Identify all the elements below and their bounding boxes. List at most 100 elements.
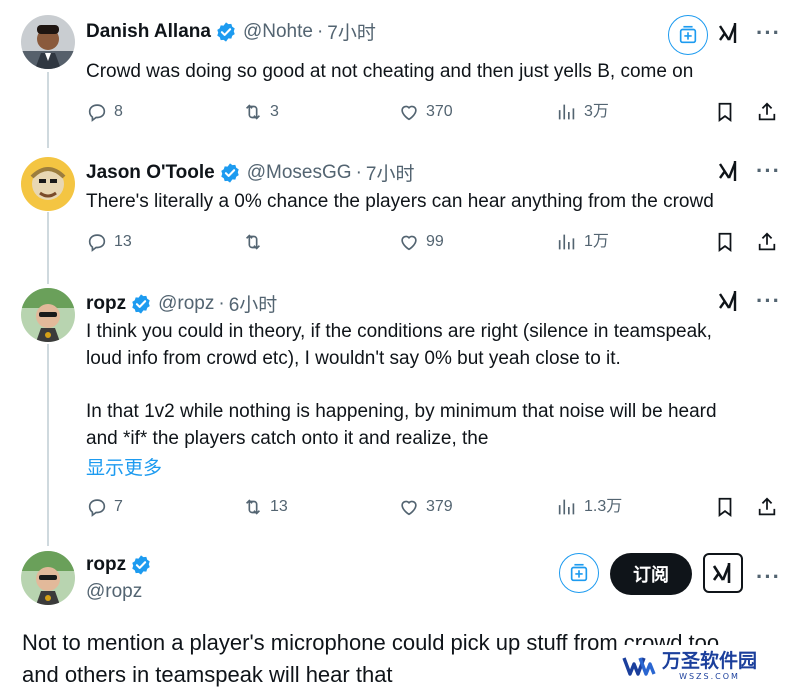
subscribe-icon: [570, 563, 588, 582]
bookmark-icon: [718, 232, 732, 252]
view-count: 1.3万: [584, 498, 623, 515]
avatar[interactable]: [21, 551, 75, 605]
reply-icon: [88, 104, 106, 122]
avatar[interactable]: [21, 15, 75, 69]
subscribe-circle-button[interactable]: [559, 553, 599, 593]
timestamp[interactable]: 7小时: [366, 159, 415, 186]
reply-button[interactable]: 8: [86, 101, 123, 123]
tweet-text-line: and *if* the players catch onto it and r…: [86, 428, 489, 449]
share-button[interactable]: [756, 231, 784, 253]
views-icon: [558, 234, 575, 250]
main-tweet-header: ropz: [86, 554, 158, 576]
author-handle[interactable]: @ropz: [158, 293, 214, 315]
heart-icon: [401, 500, 417, 516]
reply-button[interactable]: 13: [86, 231, 132, 253]
like-button[interactable]: 370: [398, 101, 453, 123]
separator: ·: [316, 20, 324, 42]
retweet-count: 3: [270, 103, 279, 120]
retweet-button[interactable]: 3: [242, 101, 279, 123]
share-icon: [758, 232, 776, 251]
views-button[interactable]: 1.3万: [556, 496, 622, 518]
retweet-icon: [245, 234, 261, 250]
action-bar: 8 3 370 3万: [86, 101, 786, 129]
grok-icon[interactable]: [716, 288, 742, 314]
watermark-logo-icon: [622, 657, 656, 676]
more-icon[interactable]: ···: [756, 566, 781, 588]
retweet-button[interactable]: 13: [242, 496, 288, 518]
views-icon: [558, 499, 575, 515]
heart-icon: [401, 235, 417, 251]
timestamp[interactable]: 7小时: [327, 18, 376, 45]
like-count: 99: [426, 233, 444, 250]
grok-icon: [712, 563, 731, 583]
action-bar: 13 99 1万: [86, 231, 786, 259]
reply-icon: [88, 499, 106, 517]
bookmark-icon: [718, 102, 732, 122]
retweet-button[interactable]: [242, 231, 270, 253]
views-button[interactable]: 3万: [556, 101, 609, 123]
like-count: 379: [426, 498, 453, 515]
bookmark-button[interactable]: [714, 231, 742, 253]
watermark: 万圣软件园 WSZS.COM: [620, 645, 792, 685]
author-name[interactable]: Danish Allana: [86, 21, 211, 43]
share-icon: [758, 102, 776, 121]
action-bar: 7 13 379 1.3万: [86, 496, 786, 524]
more-icon[interactable]: ···: [756, 160, 781, 182]
thread-line: [47, 344, 49, 546]
view-count: 1万: [584, 233, 609, 250]
share-icon: [758, 497, 776, 516]
retweet-icon: [245, 104, 261, 120]
author-handle[interactable]: @MosesGG: [247, 162, 352, 184]
avatar[interactable]: [21, 157, 75, 211]
timestamp[interactable]: 6小时: [229, 290, 278, 317]
reply-button[interactable]: 7: [86, 496, 123, 518]
thread-line: [47, 212, 49, 284]
author-handle[interactable]: @ropz: [86, 581, 142, 603]
like-button[interactable]: 379: [398, 496, 453, 518]
author-name[interactable]: ropz: [86, 554, 126, 576]
grok-button[interactable]: [703, 553, 743, 593]
subscribe-icon: [679, 25, 697, 44]
reply-icon: [88, 234, 106, 252]
tweet-text-line: I think you could in theory, if the cond…: [86, 321, 712, 342]
view-count: 3万: [584, 103, 609, 120]
subscribe-circle-button[interactable]: [668, 15, 708, 55]
verified-badge-icon: [215, 21, 237, 43]
separator: ·: [355, 161, 362, 183]
more-icon[interactable]: ···: [756, 290, 781, 312]
watermark-text: 万圣软件园: [662, 649, 758, 672]
tweet-text-line: loud info from crowd etc), I wouldn't sa…: [86, 348, 621, 369]
main-tweet-handle-row: @ropz: [86, 581, 142, 603]
separator: ·: [218, 292, 225, 314]
tweet-top-actions: ···: [716, 288, 781, 314]
reply-count: 13: [114, 233, 132, 250]
more-icon[interactable]: ···: [756, 22, 781, 44]
tweet-text-line: In that 1v2 while nothing is happening, …: [86, 401, 717, 422]
share-button[interactable]: [756, 101, 784, 123]
bookmark-button[interactable]: [714, 496, 742, 518]
reply-count: 7: [114, 498, 123, 515]
watermark-sub: WSZS.COM: [679, 671, 740, 681]
retweet-count: 13: [270, 498, 288, 515]
subscribe-button[interactable]: 订阅: [610, 553, 692, 595]
grok-icon[interactable]: [716, 20, 742, 46]
like-button[interactable]: 99: [398, 231, 444, 253]
tweet-header: ropz @ropz · 6小时: [86, 290, 277, 317]
tweet-header: Jason O'Toole @MosesGG · 7小时: [86, 159, 414, 186]
share-button[interactable]: [756, 496, 784, 518]
tweet-text: Crowd was doing so good at not cheating …: [86, 61, 694, 82]
heart-icon: [401, 105, 417, 121]
tweet-top-actions: ···: [716, 20, 781, 46]
bookmark-button[interactable]: [714, 101, 742, 123]
grok-icon[interactable]: [716, 158, 742, 184]
author-name[interactable]: Jason O'Toole: [86, 162, 215, 184]
author-name[interactable]: ropz: [86, 293, 126, 315]
bookmark-icon: [718, 497, 732, 517]
reply-count: 8: [114, 103, 123, 120]
author-handle[interactable]: @Nohte: [243, 21, 313, 43]
views-icon: [558, 104, 575, 120]
tweet-top-actions: ···: [716, 158, 781, 184]
show-more-link[interactable]: 显示更多: [86, 453, 162, 480]
views-button[interactable]: 1万: [556, 231, 609, 253]
avatar[interactable]: [21, 288, 75, 342]
